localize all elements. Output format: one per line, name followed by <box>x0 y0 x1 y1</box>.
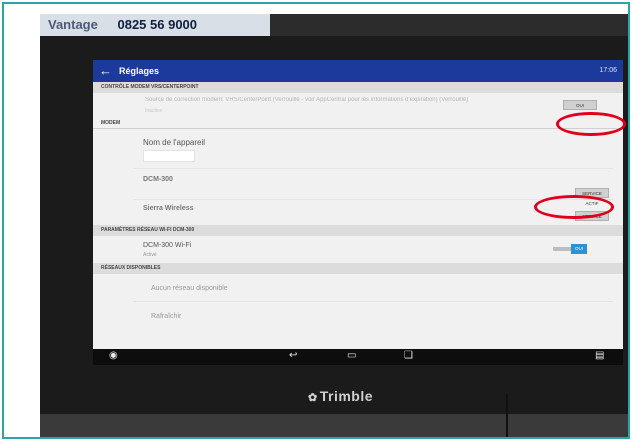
vrs-description: Source de correction modem: VRS/CenterPo… <box>145 97 469 103</box>
trimble-brand: ✿ Trimble <box>308 388 373 404</box>
trimble-home-icon[interactable]: ◉ <box>109 350 118 361</box>
sticker-phone: 0825 56 9000 <box>117 17 198 32</box>
no-network-label: Aucun réseau disponible <box>151 285 228 292</box>
refresh-link[interactable]: Rafraîchir <box>151 313 181 320</box>
section-networks: RÉSEAUX DISPONIBLES <box>93 263 623 274</box>
image-frame: Vantage 0825 56 9000 ← Réglages 17:06 CO… <box>2 2 630 439</box>
highlight-circle-sierra <box>534 195 614 219</box>
dcm-300-label: DCM-300 <box>143 176 173 183</box>
trimble-label: Trimble <box>319 388 374 404</box>
cable <box>506 394 508 437</box>
back-icon[interactable]: ↩ <box>289 350 297 361</box>
screenshot-icon[interactable]: ▤ <box>595 350 604 361</box>
wifi-status: Activé <box>143 252 157 258</box>
photo: Vantage 0825 56 9000 ← Réglages 17:06 CO… <box>40 14 628 437</box>
recent-apps-icon[interactable]: ❏ <box>404 350 413 361</box>
vrs-status: Inactive <box>145 108 163 114</box>
clock: 17:06 <box>599 67 617 74</box>
section-wifi: PARAMÈTRES RÉSEAU WI-FI DCM-300 <box>93 225 623 236</box>
wifi-label: DCM-300 Wi-Fi <box>143 242 192 249</box>
wifi-toggle[interactable]: OUI <box>553 244 587 254</box>
page-title: Réglages <box>119 66 160 76</box>
system-nav-bar: ◉ ↩ ▭ ❏ ▤ <box>93 349 623 365</box>
home-icon[interactable]: ▭ <box>347 350 356 361</box>
divider <box>133 168 613 169</box>
sierra-wireless-label: Sierra Wireless <box>143 205 194 212</box>
device-name-label: Nom de l'appareil <box>143 138 206 147</box>
vrs-toggle-button[interactable]: OUI <box>563 100 597 110</box>
highlight-circle-vrs <box>556 112 626 136</box>
section-vrs: CONTRÔLE MODEM VRS/CENTERPOINT <box>93 82 623 93</box>
sticker-brand: Vantage <box>48 17 98 32</box>
divider <box>133 301 613 302</box>
app-bar: ← Réglages 17:06 <box>93 60 623 82</box>
toggle-knob: OUI <box>571 244 587 254</box>
trimble-logo-icon: ✿ <box>308 392 318 404</box>
arrow-left-icon[interactable]: ← <box>99 60 112 82</box>
section-modem: MODEM <box>93 118 623 129</box>
vantage-sticker: Vantage 0825 56 9000 <box>40 14 270 36</box>
device-name-field[interactable] <box>143 150 195 162</box>
background-floor <box>40 414 628 437</box>
